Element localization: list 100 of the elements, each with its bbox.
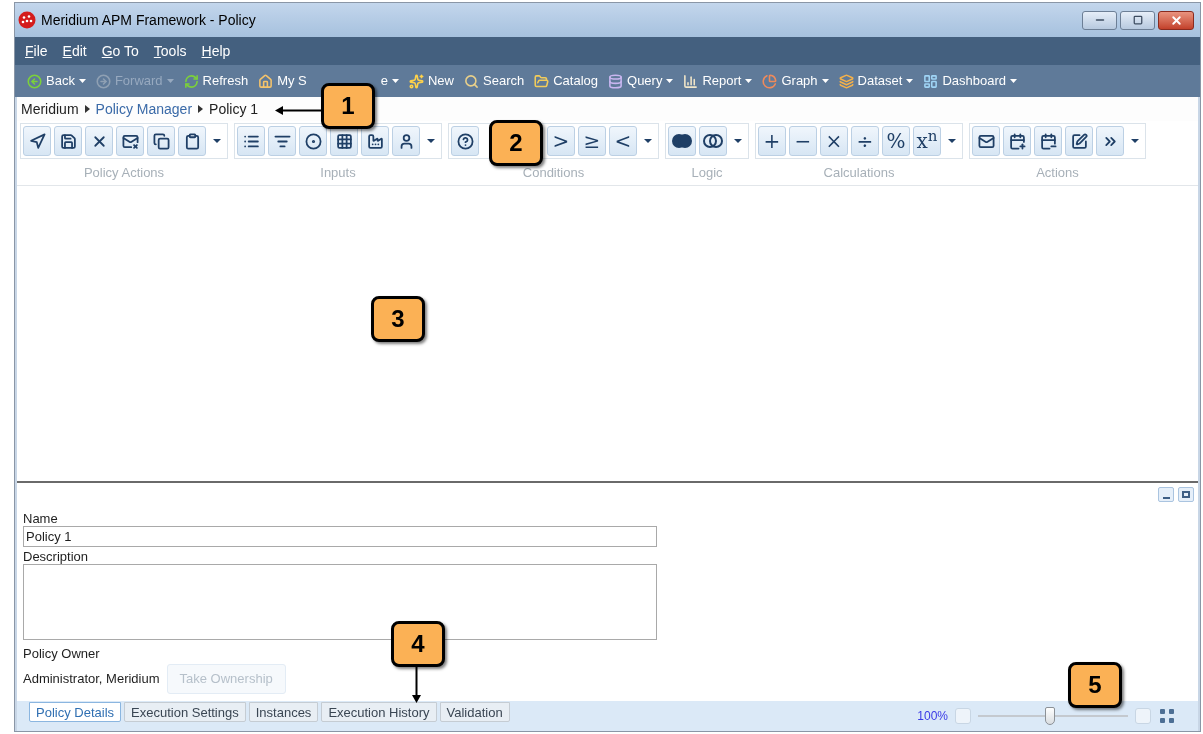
ribbon-button[interactable] xyxy=(237,126,265,156)
layers-icon xyxy=(838,73,854,89)
ribbon-button[interactable] xyxy=(85,126,113,156)
panel-tab[interactable]: Validation xyxy=(439,702,510,722)
radio-circle-icon xyxy=(304,132,322,150)
group-label: Calculations xyxy=(823,164,895,182)
ribbon-button[interactable] xyxy=(1003,126,1031,156)
ribbon-button[interactable] xyxy=(392,126,420,156)
bar-chart-icon xyxy=(683,73,699,89)
breadcrumb-item[interactable]: Meridium xyxy=(21,98,79,120)
ribbon-button[interactable] xyxy=(1096,126,1124,156)
toolbar-button[interactable]: Search xyxy=(464,71,525,91)
panel-tab[interactable]: Instances xyxy=(248,702,319,722)
minimize-button[interactable] xyxy=(1082,10,1117,30)
save-icon xyxy=(59,132,77,150)
maximize-button[interactable] xyxy=(1120,10,1155,30)
database-icon xyxy=(608,73,623,89)
edit-icon xyxy=(1070,132,1088,150)
close-icon xyxy=(1169,13,1183,27)
search-icon xyxy=(464,73,479,89)
ribbon-button[interactable] xyxy=(1065,126,1093,156)
caret-icon xyxy=(213,139,221,143)
caret-icon xyxy=(906,79,914,83)
field-label: Policy Owner xyxy=(23,646,101,661)
group-label: Actions xyxy=(1036,164,1079,182)
operator-button[interactable]: x$^{n}$ xyxy=(913,126,941,156)
operator-button[interactable]: ≥ xyxy=(578,126,606,156)
slider-thumb[interactable] xyxy=(1045,707,1055,725)
toolbar-button[interactable]: Dataset xyxy=(838,71,914,91)
dashboard-icon xyxy=(923,73,939,89)
operator-button[interactable]: + xyxy=(758,126,786,156)
maximize-icon xyxy=(1132,15,1143,25)
maximize-panel-button[interactable] xyxy=(1178,487,1194,502)
minimize-panel-button[interactable] xyxy=(1158,487,1174,502)
breadcrumb-item[interactable]: Policy 1 xyxy=(209,98,259,120)
callout-badge: 2 xyxy=(489,120,543,166)
ribbon-button[interactable] xyxy=(972,126,1000,156)
close-button[interactable] xyxy=(1158,10,1194,30)
ribbon-button[interactable] xyxy=(54,126,82,156)
menu-item[interactable]: Tools xyxy=(153,40,187,62)
breadcrumb-arrow-icon xyxy=(84,105,90,113)
operator-button[interactable]: < xyxy=(609,126,637,156)
caret-icon xyxy=(1010,79,1017,83)
breadcrumb-link[interactable]: Policy Manager xyxy=(95,98,193,120)
copy-icon xyxy=(152,132,170,150)
caret-icon xyxy=(734,139,742,143)
fit-view-button[interactable] xyxy=(1158,707,1176,725)
window-title: Meridium APM Framework - Policy xyxy=(41,10,256,30)
toolbar-button[interactable]: Report xyxy=(683,71,753,91)
caret-icon xyxy=(745,79,753,83)
pie-chart-icon xyxy=(762,73,778,89)
toolbar-button[interactable]: New xyxy=(409,71,454,91)
toolbar-button[interactable]: Dashboard xyxy=(923,71,1017,91)
ribbon-button[interactable] xyxy=(361,126,389,156)
ribbon-button[interactable] xyxy=(699,126,727,156)
toolbar-button[interactable]: Back xyxy=(27,71,86,91)
ribbon-button[interactable] xyxy=(147,126,175,156)
name-field[interactable]: Policy 1 xyxy=(23,526,657,547)
field-label: Name xyxy=(23,511,59,526)
menu-item[interactable]: Help xyxy=(201,40,231,62)
operator-button[interactable]: − xyxy=(789,126,817,156)
operator-button[interactable]: % xyxy=(882,126,910,156)
caret-icon xyxy=(666,79,674,83)
ribbon-button[interactable] xyxy=(116,126,144,156)
caret-icon xyxy=(644,139,652,143)
operator-button[interactable]: × xyxy=(820,126,848,156)
toolbar-button[interactable]: Query xyxy=(608,71,674,91)
ribbon-button[interactable] xyxy=(299,126,327,156)
ribbon-button[interactable] xyxy=(268,126,296,156)
panel-tab[interactable]: Execution Settings xyxy=(124,702,246,722)
ribbon-button[interactable] xyxy=(178,126,206,156)
caret-icon xyxy=(821,79,829,83)
caret-icon xyxy=(427,139,435,143)
callout-badge: 5 xyxy=(1068,662,1122,708)
menu-item[interactable]: Edit xyxy=(62,40,87,62)
group-label: Conditions xyxy=(522,164,585,182)
group-label: Inputs xyxy=(320,164,356,182)
operator-button[interactable]: > xyxy=(547,126,575,156)
calendar-plus-icon xyxy=(1008,132,1026,150)
ribbon-button[interactable] xyxy=(1034,126,1062,156)
refresh-icon xyxy=(183,73,199,89)
app-logo-icon xyxy=(18,11,36,29)
ribbon-button[interactable] xyxy=(451,126,479,156)
house-icon xyxy=(258,73,274,89)
toolbar-button[interactable]: My S e xyxy=(258,71,399,91)
toolbar-button[interactable]: Catalog xyxy=(534,71,598,91)
menu-item[interactable]: File xyxy=(25,40,48,62)
panel-tab[interactable]: Execution History xyxy=(321,702,437,722)
owner-value: Administrator, Meridium xyxy=(23,670,160,689)
toolbar-button[interactable]: Refresh xyxy=(183,71,249,91)
factory-icon xyxy=(366,132,384,150)
field-label: Description xyxy=(23,549,90,564)
ribbon-button[interactable] xyxy=(23,126,51,156)
operator-button[interactable]: ÷ xyxy=(851,126,879,156)
zoom-slider[interactable] xyxy=(978,706,1128,726)
ribbon-button[interactable] xyxy=(668,126,696,156)
toolbar-button[interactable]: Graph xyxy=(762,71,829,91)
panel-tab[interactable]: Policy Details xyxy=(29,702,122,722)
overlap-circles-icon xyxy=(672,134,692,148)
menu-item[interactable]: Go To xyxy=(101,40,139,62)
